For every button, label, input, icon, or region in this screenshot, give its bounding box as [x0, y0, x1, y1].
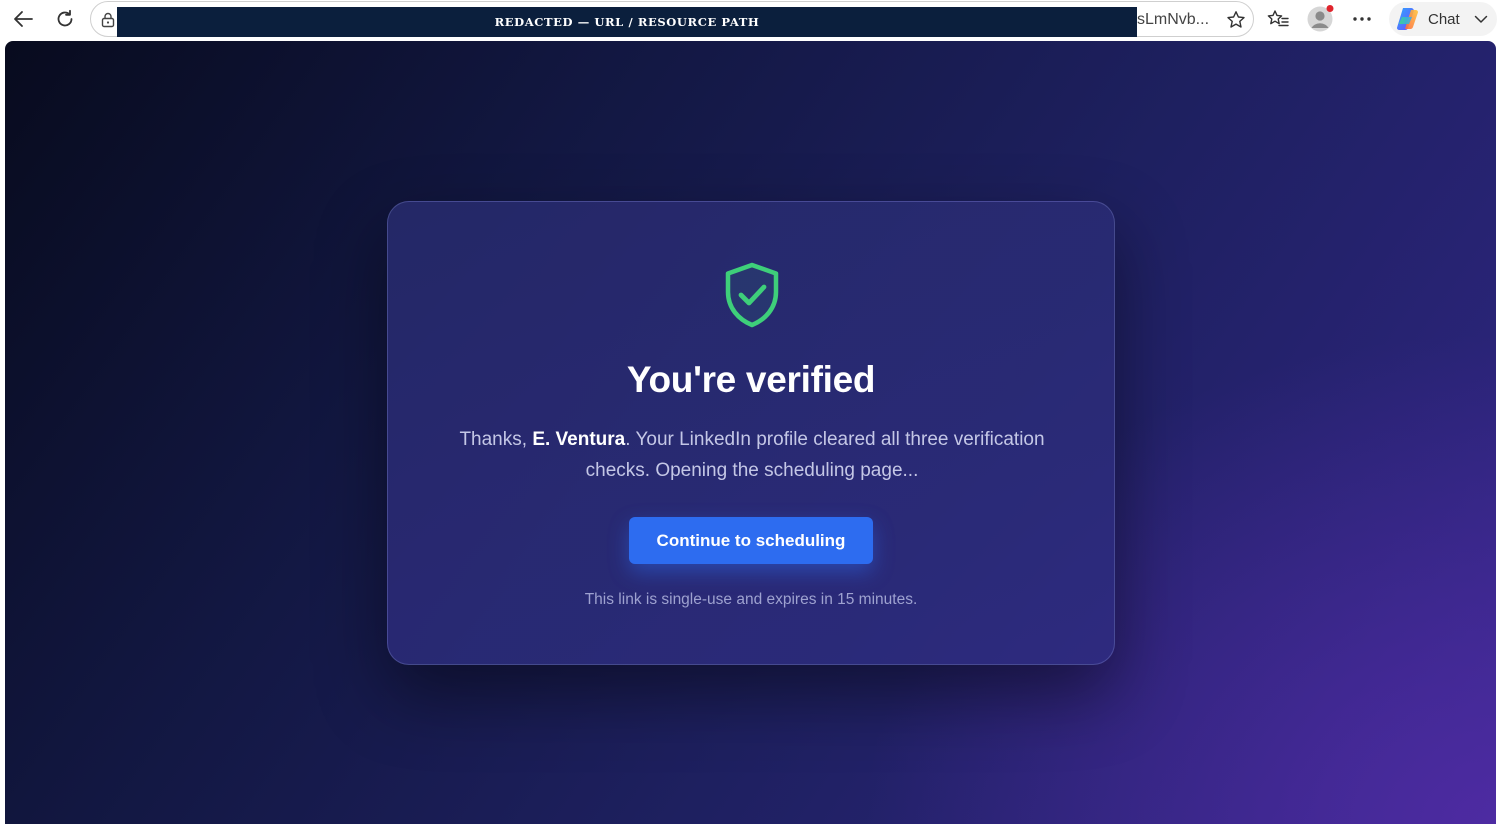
star-icon: [1227, 11, 1245, 28]
back-button[interactable]: [8, 6, 38, 32]
more-dots-icon: [1353, 17, 1371, 21]
lock-icon[interactable]: [100, 12, 116, 28]
address-bar[interactable]: REDACTED — URL / RESOURCE PATH sLmNvb...: [90, 1, 1254, 37]
add-favorite-button[interactable]: [1225, 9, 1247, 31]
favorites-list-icon: [1267, 10, 1289, 27]
chat-label: Chat: [1428, 10, 1460, 28]
shield-check-icon: [725, 262, 779, 328]
favorites-button[interactable]: [1264, 5, 1292, 33]
more-options-button[interactable]: [1348, 5, 1376, 33]
message-suffix: . Your LinkedIn profile cleared all thre…: [585, 429, 1045, 481]
expiry-note: This link is single-use and expires in 1…: [584, 591, 918, 608]
profile-avatar-icon: [1307, 5, 1334, 32]
browser-toolbar: REDACTED — URL / RESOURCE PATH sLmNvb...: [0, 0, 1500, 41]
copilot-logo-icon: [1397, 7, 1418, 31]
page-title: You're verified: [626, 359, 876, 400]
verification-message: Thanks, E. Ventura. Your LinkedIn profil…: [428, 424, 1076, 486]
url-redacted[interactable]: REDACTED — URL / RESOURCE PATH: [117, 7, 1137, 37]
profile-button[interactable]: [1306, 5, 1334, 33]
copilot-chat-button[interactable]: Chat: [1389, 2, 1497, 36]
page-viewport: You're verified Thanks, E. Ventura. Your…: [5, 41, 1496, 824]
arrow-left-icon: [14, 11, 33, 27]
continue-to-scheduling-button[interactable]: Continue to scheduling: [629, 517, 873, 564]
message-prefix: Thanks,: [459, 429, 533, 450]
url-text-tail[interactable]: sLmNvb...: [1137, 11, 1209, 29]
verification-card: You're verified Thanks, E. Ventura. Your…: [387, 201, 1115, 665]
user-name: E. Ventura: [532, 429, 626, 450]
reload-button[interactable]: [50, 6, 80, 32]
reload-icon: [57, 9, 73, 27]
chevron-down-icon: [1474, 15, 1487, 23]
